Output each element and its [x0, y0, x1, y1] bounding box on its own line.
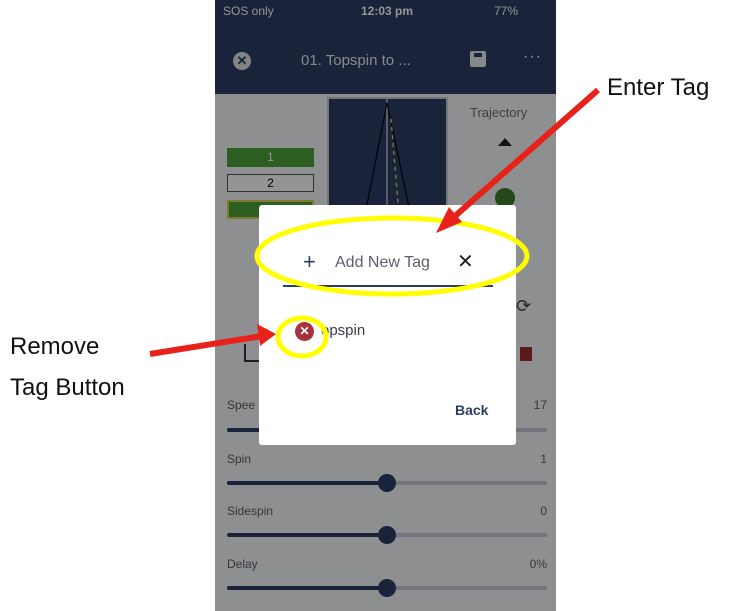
plus-icon[interactable]: +: [303, 251, 316, 273]
add-tag-input[interactable]: Add New Tag: [335, 254, 430, 272]
remove-tag-annotation-line1: Remove: [10, 333, 100, 360]
tag-label: opspin: [321, 322, 366, 339]
remove-tag-annotation-line2: Tag Button: [10, 374, 125, 401]
back-button[interactable]: Back: [455, 402, 488, 418]
input-underline: [283, 285, 493, 287]
enter-tag-annotation: Enter Tag: [607, 74, 710, 101]
close-icon[interactable]: ✕: [457, 251, 474, 273]
tag-dialog: + Add New Tag ✕ ✕ opspin Back: [259, 205, 516, 445]
phone-screen: SOS only 12:03 pm 77% ✕ 01. Topspin to .…: [215, 0, 556, 611]
remove-tag-button[interactable]: ✕: [295, 322, 314, 341]
